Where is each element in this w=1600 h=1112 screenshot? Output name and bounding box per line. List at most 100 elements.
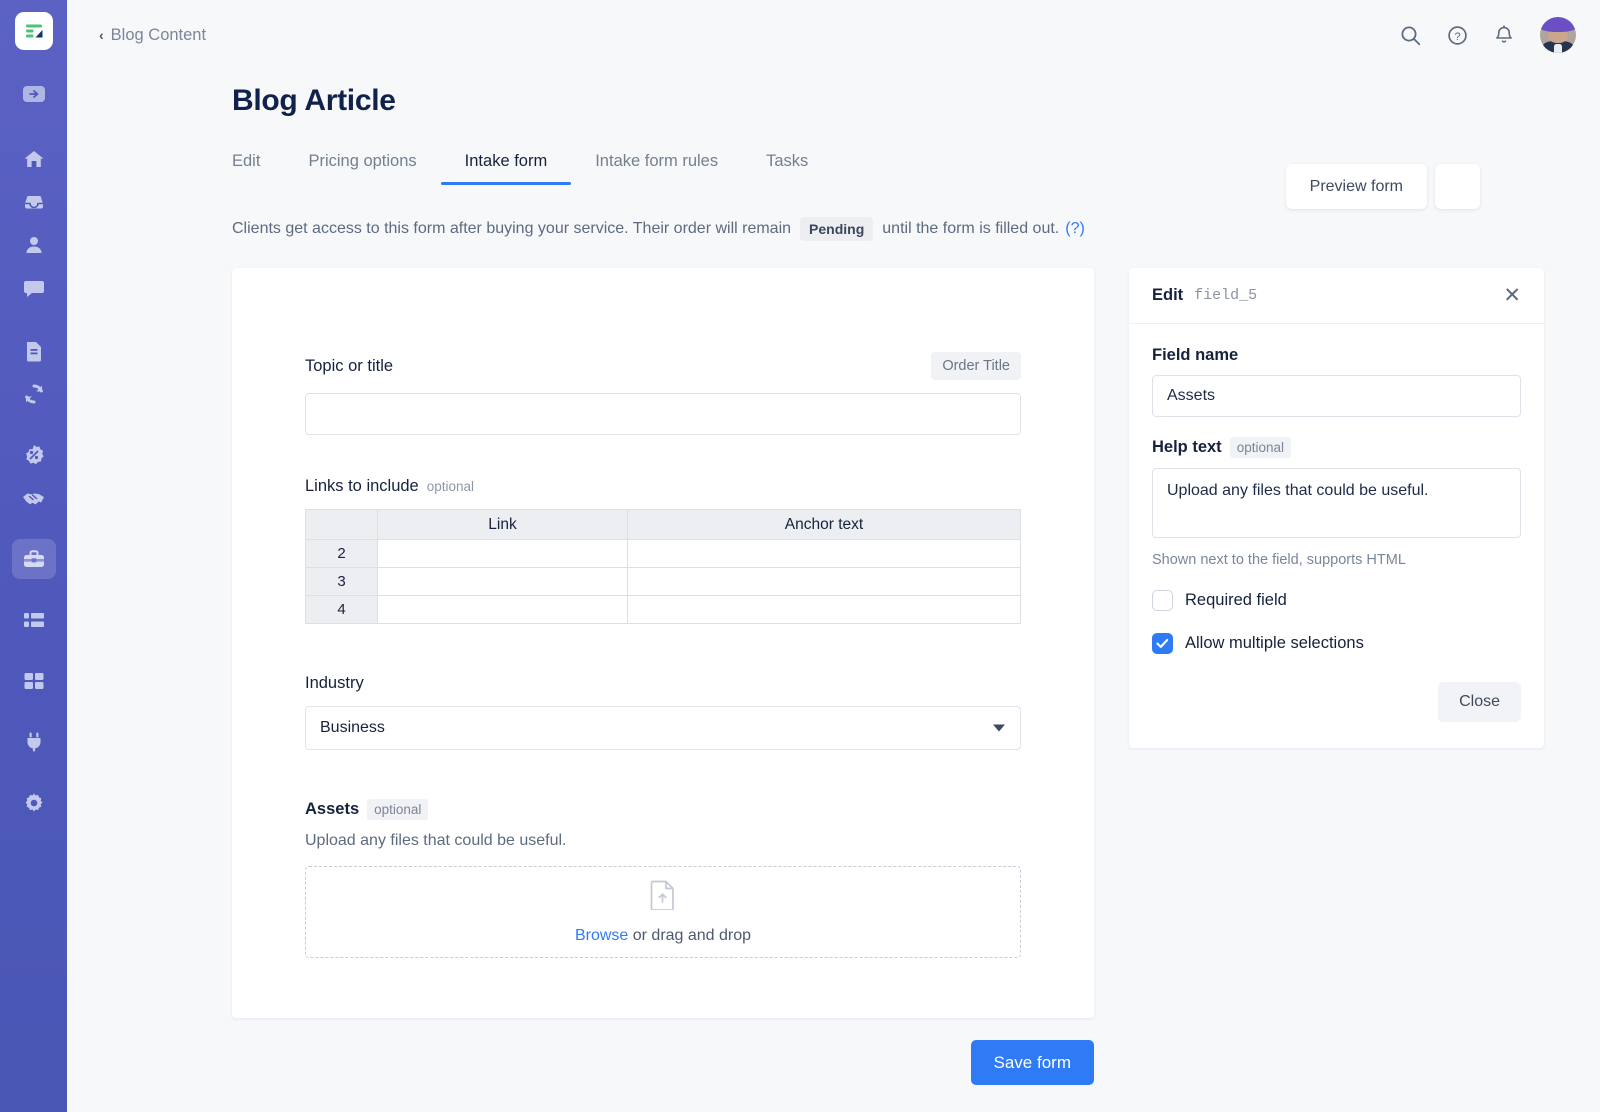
inbox-icon (23, 193, 45, 211)
sidebar-item-home[interactable] (12, 139, 56, 179)
check-icon (1156, 638, 1169, 649)
topbar-actions: ? (1400, 17, 1576, 53)
field-assets: Assetsoptional Upload any files that cou… (305, 800, 1021, 958)
industry-select-wrap: Business (305, 706, 1021, 750)
cell-anchor[interactable] (628, 568, 1021, 596)
field-topic-head: Topic or title Order Title (305, 352, 1021, 380)
topbar: ‹ Blog Content ? (67, 0, 1600, 70)
field-industry: Industry Business (305, 674, 1021, 750)
tab-pricing-options[interactable]: Pricing options (284, 152, 440, 185)
close-button[interactable]: Close (1438, 682, 1521, 722)
info-help-link[interactable]: (?) (1065, 220, 1085, 238)
more-options-button[interactable] (1435, 164, 1480, 209)
main-area: ‹ Blog Content ? (67, 0, 1600, 1112)
avatar-shirt (1554, 44, 1561, 53)
edit-panel-footer: Close (1152, 682, 1521, 722)
bell-icon[interactable] (1494, 25, 1514, 46)
content-row: Topic or title Order Title Links to incl… (232, 268, 1600, 1018)
field-links-label-wrap: Links to includeoptional (305, 477, 474, 496)
table-row: 3 (306, 568, 1021, 596)
close-icon[interactable]: ✕ (1503, 285, 1521, 306)
app-logo[interactable] (15, 12, 53, 50)
links-col-link: Link (378, 510, 628, 540)
tab-actions: Preview form (1286, 164, 1480, 209)
chat-bubble-icon (23, 278, 45, 298)
links-col-anchor: Anchor text (628, 510, 1021, 540)
allow-multiple-checkbox[interactable] (1152, 633, 1173, 654)
field-assets-optional: optional (367, 799, 428, 820)
sidebar-item-clients[interactable] (12, 225, 56, 265)
toolbox-icon (22, 548, 46, 570)
sidebar-item-services[interactable] (12, 539, 56, 579)
sidebar-item-affiliates[interactable] (12, 478, 56, 518)
tab-tasks[interactable]: Tasks (742, 152, 832, 185)
field-assets-label: Assets (305, 800, 359, 818)
sidebar (0, 0, 67, 1112)
order-title-chip: Order Title (931, 352, 1021, 380)
row-number: 2 (306, 540, 378, 568)
field-industry-label: Industry (305, 674, 364, 693)
svg-text:?: ? (1454, 30, 1460, 42)
field-links-to-include: Links to includeoptional Link Anchor tex… (305, 477, 1021, 624)
field-name-input[interactable] (1152, 375, 1521, 417)
refresh-icon (23, 383, 45, 405)
tab-intake-form-rules[interactable]: Intake form rules (571, 152, 742, 185)
required-field-row[interactable]: Required field (1152, 590, 1521, 611)
list-icon (23, 611, 45, 629)
intake-info-line: Clients get access to this form after bu… (232, 217, 1600, 241)
sidebar-item-coupons[interactable] (12, 435, 56, 475)
help-circle-icon[interactable]: ? (1447, 25, 1468, 46)
back-chevron-icon: ‹ (99, 28, 104, 42)
help-text-textarea[interactable]: Upload any files that could be useful. (1152, 468, 1521, 538)
sidebar-item-apps[interactable] (12, 661, 56, 701)
sidebar-item-messages[interactable] (12, 268, 56, 308)
sidebar-item-documents[interactable] (12, 331, 56, 371)
industry-select[interactable]: Business (305, 706, 1021, 750)
cell-anchor[interactable] (628, 540, 1021, 568)
sidebar-item-integrations[interactable] (12, 722, 56, 762)
discount-badge-icon (23, 444, 45, 466)
allow-multiple-row[interactable]: Allow multiple selections (1152, 633, 1521, 654)
required-field-checkbox[interactable] (1152, 590, 1173, 611)
cell-link[interactable] (378, 540, 628, 568)
user-avatar[interactable] (1540, 17, 1576, 53)
row-number: 3 (306, 568, 378, 596)
browse-link[interactable]: Browse (575, 927, 628, 944)
gear-icon (23, 792, 45, 814)
links-table-header-row: Link Anchor text (306, 510, 1021, 540)
help-text-optional: optional (1230, 437, 1291, 458)
drag-and-drop-text: or drag and drop (628, 927, 751, 944)
sidebar-item-collapse[interactable] (12, 74, 56, 114)
save-row: Save form (232, 1040, 1094, 1085)
status-badge: Pending (800, 217, 873, 241)
cell-anchor[interactable] (628, 596, 1021, 624)
tab-edit[interactable]: Edit (232, 152, 284, 185)
cell-link[interactable] (378, 596, 628, 624)
topic-or-title-input[interactable] (305, 393, 1021, 435)
table-row: 4 (306, 596, 1021, 624)
help-text-label-wrap: Help textoptional (1152, 437, 1521, 458)
sidebar-item-subscriptions[interactable] (12, 374, 56, 414)
grid-icon (23, 671, 45, 691)
assets-dropzone[interactable]: Browse or drag and drop (305, 866, 1021, 958)
edit-panel-header: Edit field_5 ✕ (1129, 268, 1544, 324)
sidebar-item-orders[interactable] (12, 600, 56, 640)
sidebar-item-settings[interactable] (12, 783, 56, 823)
intake-form-card: Topic or title Order Title Links to incl… (232, 268, 1094, 1018)
preview-form-button[interactable]: Preview form (1286, 164, 1427, 209)
tab-intake-form[interactable]: Intake form (441, 152, 572, 185)
table-row: 2 (306, 540, 1021, 568)
row-number: 4 (306, 596, 378, 624)
cell-link[interactable] (378, 568, 628, 596)
user-icon (24, 235, 44, 255)
search-icon[interactable] (1400, 25, 1421, 46)
sidebar-item-inbox[interactable] (12, 182, 56, 222)
breadcrumb[interactable]: ‹ Blog Content (99, 26, 206, 45)
file-upload-icon (650, 880, 676, 915)
required-field-label: Required field (1185, 591, 1287, 610)
page-title: Blog Article (67, 70, 1600, 118)
save-form-button[interactable]: Save form (971, 1040, 1094, 1085)
field-topic-or-title: Topic or title Order Title (305, 352, 1021, 435)
info-text-before: Clients get access to this form after bu… (232, 220, 791, 238)
industry-select-value: Business (320, 719, 385, 737)
